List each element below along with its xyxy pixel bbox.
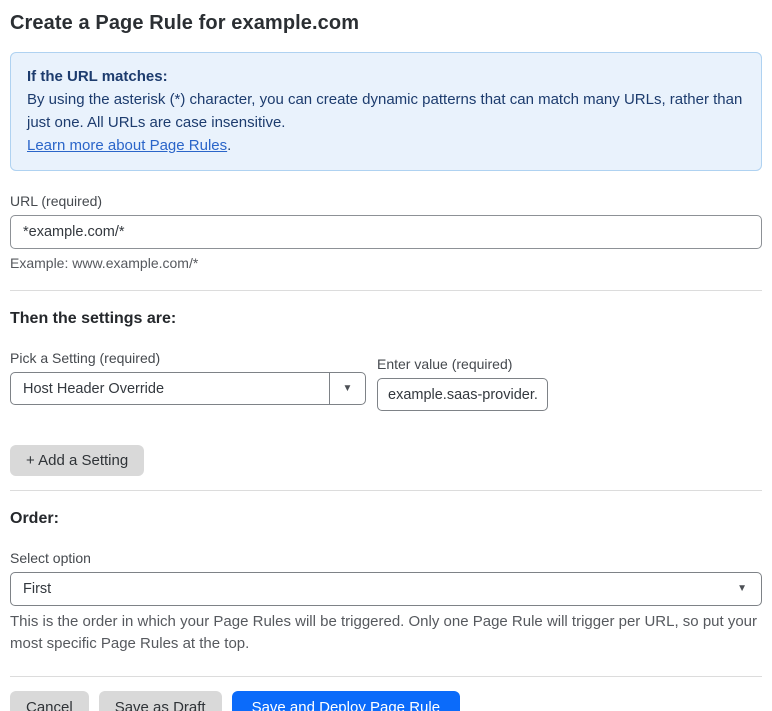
order-select[interactable]: First ▼ <box>10 572 762 606</box>
order-select-arrow: ▼ <box>737 584 761 594</box>
divider <box>10 290 762 291</box>
url-field-label: URL (required) <box>10 193 103 209</box>
url-example-hint: Example: www.example.com/* <box>10 255 199 271</box>
info-box-link-line: Learn more about Page Rules. <box>27 134 745 157</box>
setting-select-value: Host Header Override <box>23 380 165 397</box>
footer-actions: Cancel Save as Draft Save and Deploy Pag… <box>10 691 762 711</box>
enter-value-column: Enter value (required) <box>377 342 548 411</box>
settings-section-heading: Then the settings are: <box>10 310 177 327</box>
divider <box>10 676 762 677</box>
pick-setting-column: Pick a Setting (required) Host Header Ov… <box>10 336 366 405</box>
chevron-down-icon: ▼ <box>737 583 747 594</box>
setting-select-arrow-segment[interactable]: ▼ <box>329 373 365 404</box>
url-input[interactable] <box>10 215 762 249</box>
order-select-label: Select option <box>10 550 91 566</box>
pick-setting-label: Pick a Setting (required) <box>10 350 161 366</box>
order-help-text: This is the order in which your Page Rul… <box>10 613 758 652</box>
order-select-value: First <box>23 581 52 597</box>
setting-value-input[interactable] <box>377 378 548 411</box>
info-box-body: By using the asterisk (*) character, you… <box>27 91 743 131</box>
enter-value-label: Enter value (required) <box>377 356 513 372</box>
url-match-info-box: If the URL matches: By using the asteris… <box>10 52 762 171</box>
cancel-button[interactable]: Cancel <box>10 691 89 711</box>
order-section-heading: Order: <box>10 510 59 527</box>
setting-select[interactable]: Host Header Override ▼ <box>10 372 366 405</box>
learn-more-link[interactable]: Learn more about Page Rules <box>27 137 227 154</box>
chevron-down-icon: ▼ <box>342 382 353 394</box>
page-title: Create a Page Rule for example.com <box>10 12 360 34</box>
divider <box>10 490 762 491</box>
add-setting-button[interactable]: + Add a Setting <box>10 445 145 476</box>
save-as-draft-button[interactable]: Save as Draft <box>98 691 222 711</box>
save-and-deploy-button[interactable]: Save and Deploy Page Rule <box>231 691 461 711</box>
link-suffix: . <box>227 137 232 154</box>
create-page-rule-form: Create a Page Rule for example.com If th… <box>0 0 772 711</box>
setting-row: Pick a Setting (required) Host Header Ov… <box>10 336 762 411</box>
info-box-heading: If the URL matches: <box>27 68 168 85</box>
